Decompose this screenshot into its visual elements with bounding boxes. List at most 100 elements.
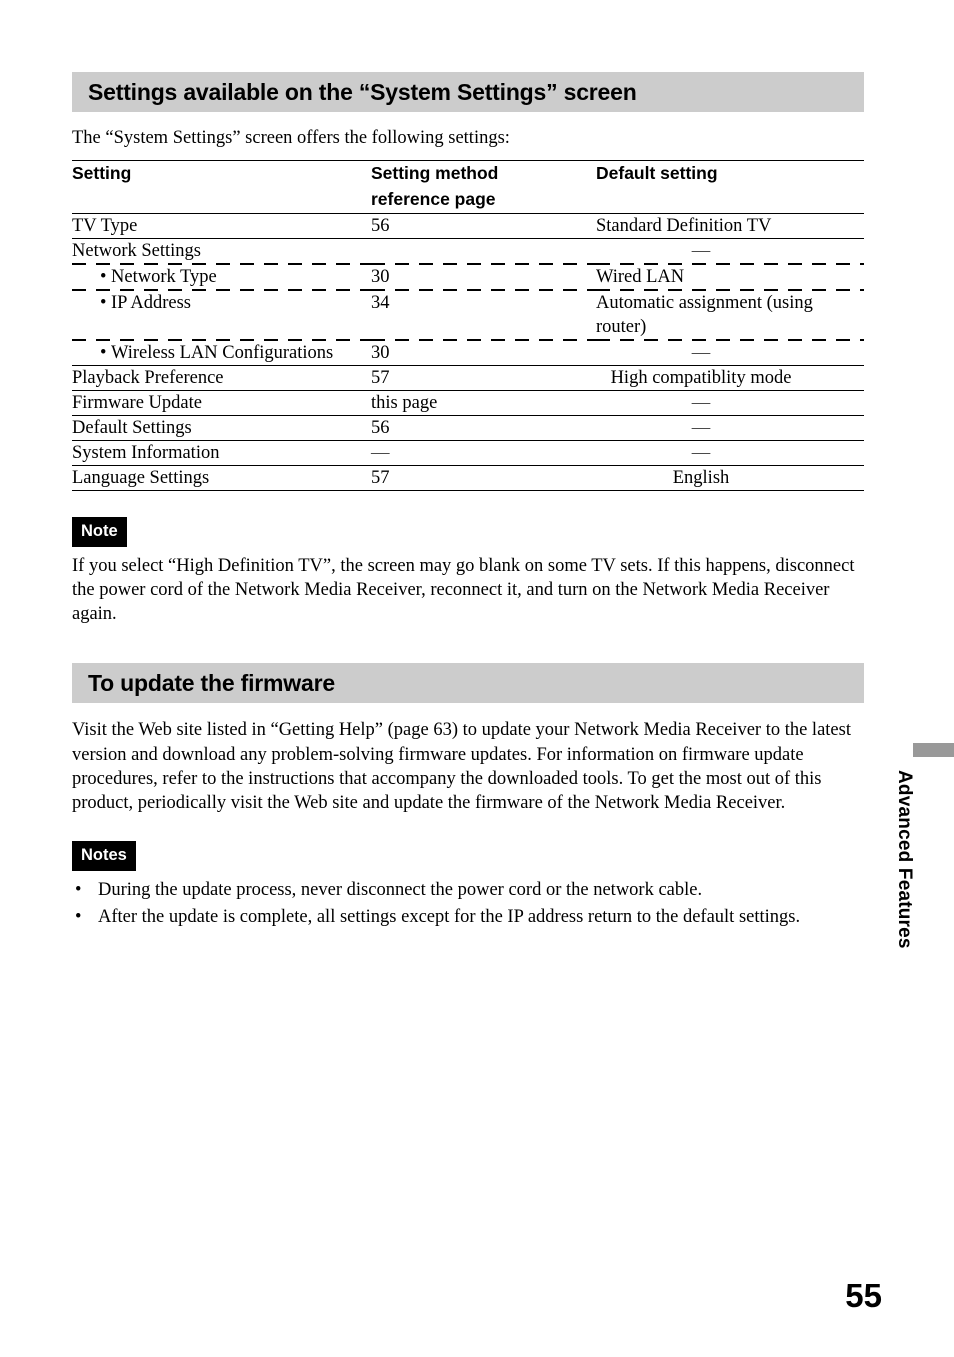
column-header-setting-method-line1: Setting method: [371, 162, 499, 183]
cell-default-setting: Wired LAN: [596, 265, 864, 289]
setting-name-label: Language Settings: [72, 468, 210, 489]
table-row: • Wireless LAN Configurations 30—: [72, 340, 864, 367]
default-setting-value: Standard Definition TV: [596, 215, 772, 236]
section-heading-text: Settings available on the “System Settin…: [88, 78, 637, 105]
reference-page-value: 57: [371, 368, 390, 389]
table-row: Network Settings —: [72, 238, 864, 263]
bullet-icon: •: [75, 879, 82, 900]
notes-list: • During the update process, never discon…: [72, 878, 864, 929]
setting-name-label: Playback Preference: [72, 368, 224, 389]
cell-setting-name: Default Settings: [72, 415, 371, 442]
cell-setting-name: Network Settings: [72, 238, 371, 263]
setting-name-label: Wireless LAN Configurations: [111, 342, 334, 363]
cell-reference-page: 57: [371, 465, 596, 492]
cell-default-setting: —: [596, 415, 864, 442]
default-setting-value: High compatiblity mode: [610, 368, 792, 389]
table-header-row: Setting Setting method reference page De…: [72, 160, 864, 214]
cell-default-setting: —: [596, 440, 864, 467]
default-setting-value: Wired LAN: [596, 266, 685, 287]
column-header-default-setting: Default setting: [596, 160, 864, 214]
cell-default-setting: —: [596, 340, 864, 367]
setting-name-label: Network Settings: [72, 240, 201, 261]
table-row: TV Type 56 Standard Definition TV: [72, 213, 864, 239]
reference-page-value: 34: [371, 292, 390, 313]
cell-setting-name: TV Type: [72, 213, 371, 239]
note-text: If you select “High Definition TV”, the …: [72, 555, 855, 625]
cell-reference-page: 34: [371, 291, 596, 339]
content-column: Settings available on the “System Settin…: [72, 72, 864, 932]
cell-setting-name: Playback Preference: [72, 365, 371, 392]
table-row: • Network Type 30 Wired LAN: [72, 265, 864, 289]
reference-page-value: 30: [371, 342, 390, 363]
notes-tag: Notes: [72, 841, 136, 871]
list-item: • After the update is complete, all setti…: [72, 905, 864, 929]
cell-setting-name: Language Settings: [72, 465, 371, 492]
column-header-setting: Setting: [72, 160, 371, 214]
cell-default-setting: —: [596, 390, 864, 417]
notes-block-firmware: Notes • During the update process, never …: [72, 841, 864, 929]
default-setting-value: English: [672, 468, 730, 489]
cell-reference-page: this page: [371, 390, 596, 417]
column-header-setting-method-line2: reference page: [371, 188, 496, 209]
note-tag: Note: [72, 517, 127, 547]
reference-page-value: 30: [371, 266, 390, 287]
reference-page-value: this page: [371, 393, 438, 414]
table-row: • IP Address 34 Automatic assignment (using…: [72, 291, 864, 339]
setting-name-label: TV Type: [72, 215, 138, 236]
reference-page-value: 57: [371, 468, 390, 489]
setting-name-label: Firmware Update: [72, 393, 202, 414]
cell-reference-page: 30: [371, 340, 596, 367]
section-firmware-update: To update the firmware Visit the Web sit…: [72, 663, 864, 929]
default-setting-value: —: [691, 393, 711, 414]
cell-setting-name: • Network Type: [72, 265, 371, 289]
table-row: Playback Preference 57 High compatiblity m…: [72, 365, 864, 392]
table-row: System Information — —: [72, 440, 864, 467]
cell-default-setting: Standard Definition TV: [596, 213, 864, 239]
table-row: Language Settings 57 English: [72, 465, 864, 492]
setting-name-label: Default Settings: [72, 418, 192, 439]
page-number: 55: [845, 1277, 882, 1314]
bullet-icon: •: [100, 292, 107, 313]
setting-name-label: Network Type: [111, 266, 217, 287]
column-header-setting-method: Setting method reference page: [371, 160, 596, 214]
cell-reference-page: [371, 238, 596, 263]
default-setting-value: —: [691, 342, 711, 363]
default-setting-value: —: [691, 443, 711, 464]
cell-reference-page: 30: [371, 265, 596, 289]
default-setting-value: —: [691, 240, 711, 261]
reference-page-value: —: [371, 443, 390, 464]
bullet-icon: •: [75, 907, 82, 928]
firmware-paragraph: Visit the Web site listed in “Getting He…: [72, 720, 851, 814]
cell-reference-page: 56: [371, 415, 596, 442]
list-item: • During the update process, never discon…: [72, 878, 864, 902]
note-item-text: During the update process, never disconn…: [98, 879, 703, 900]
default-setting-value: Automatic assignment (using router): [596, 292, 813, 337]
intro-paragraph: The “System Settings” screen offers the …: [72, 128, 510, 148]
manual-page: Settings available on the “System Settin…: [0, 0, 954, 1357]
cell-setting-name: System Information: [72, 440, 371, 467]
section-heading-system-settings: Settings available on the “System Settin…: [72, 72, 864, 112]
note-item-text: After the update is complete, all settin…: [98, 907, 801, 928]
cell-default-setting: —: [596, 238, 864, 263]
cell-reference-page: 57: [371, 365, 596, 392]
setting-name-label: System Information: [72, 443, 220, 464]
cell-reference-page: 56: [371, 213, 596, 239]
section-heading-update-firmware-text: To update the firmware: [88, 669, 335, 696]
cell-setting-name: • IP Address: [72, 291, 371, 339]
reference-page-value: 56: [371, 418, 390, 439]
column-header-default-setting-label: Default setting: [596, 162, 718, 183]
cell-reference-page: —: [371, 440, 596, 467]
settings-table-body: TV Type 56 Standard Definition TV Network S…: [72, 213, 864, 492]
section-heading-update-firmware: To update the firmware: [72, 663, 864, 704]
setting-name-label: IP Address: [111, 292, 191, 313]
reference-page-value: 56: [371, 215, 390, 236]
table-row: Firmware Update this page —: [72, 390, 864, 417]
thumb-tab-marker: [913, 743, 954, 757]
column-header-setting-label: Setting: [72, 162, 132, 183]
bullet-icon: •: [100, 342, 107, 363]
bullet-icon: •: [100, 266, 107, 287]
cell-setting-name: • Wireless LAN Configurations: [72, 340, 371, 367]
cell-default-setting: High compatiblity mode: [596, 365, 864, 392]
settings-table: Setting Setting method reference page De…: [72, 160, 864, 492]
table-row: Default Settings 56 —: [72, 415, 864, 442]
